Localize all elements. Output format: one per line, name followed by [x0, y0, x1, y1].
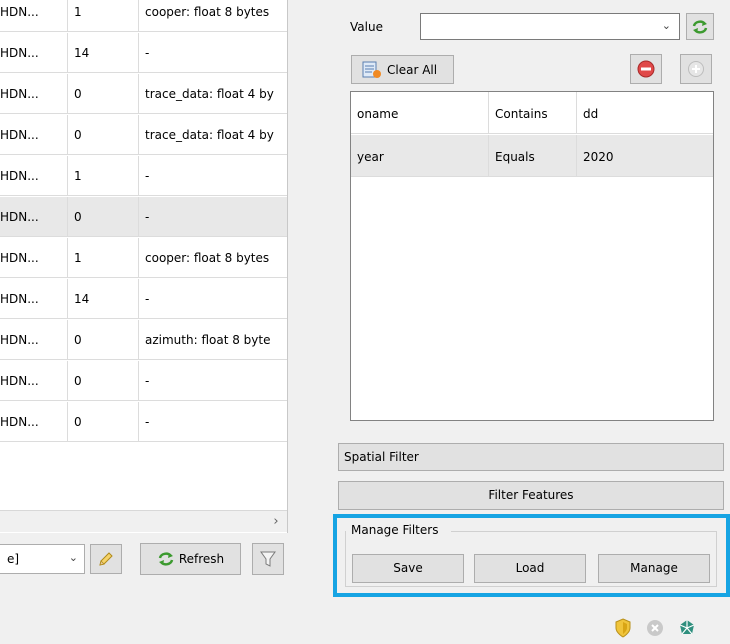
- clear-list-icon: [362, 61, 381, 78]
- table-cell: 0: [68, 361, 139, 401]
- table-cell: trace_data: float 4 by: [145, 87, 274, 101]
- layer-select[interactable]: e] ⌄: [0, 544, 85, 574]
- edit-button[interactable]: [90, 544, 122, 574]
- table-cell: HDN...: [0, 361, 68, 401]
- minus-circle-icon: [637, 60, 655, 78]
- value-select[interactable]: ⌄: [420, 13, 680, 40]
- filter-cell: Contains: [489, 92, 577, 134]
- table-cell: HDN...: [0, 320, 68, 360]
- filter-features-button[interactable]: Filter Features: [338, 481, 724, 510]
- filter-cell: oname: [351, 92, 489, 134]
- table-row[interactable]: HDN... 0-: [0, 402, 287, 442]
- clear-all-button[interactable]: Clear All: [351, 55, 454, 84]
- value-refresh-button[interactable]: [686, 13, 714, 40]
- table-row[interactable]: HDN... 0 trace_data: float 4 by: [0, 74, 287, 114]
- horizontal-scrollbar[interactable]: ›: [0, 510, 287, 532]
- shield-icon[interactable]: [612, 617, 634, 639]
- table-cell: -: [145, 210, 150, 224]
- table-cell: 1: [68, 0, 139, 32]
- remove-filter-button[interactable]: [630, 54, 662, 84]
- table-row[interactable]: HDN... 1-: [0, 156, 287, 196]
- table-cell: HDN...: [0, 0, 68, 32]
- refresh-icon: [692, 19, 708, 34]
- spatial-filter-button[interactable]: Spatial Filter: [338, 443, 724, 471]
- table-cell: trace_data: float 4 by: [145, 128, 274, 142]
- table-cell: 0: [68, 320, 139, 360]
- scroll-right-icon[interactable]: ›: [268, 512, 284, 532]
- load-button[interactable]: Load: [474, 554, 586, 583]
- table-cell: 0: [68, 402, 139, 442]
- table-cell: -: [145, 415, 150, 429]
- filter-toggle-button[interactable]: [252, 543, 284, 575]
- chevron-down-icon: ⌄: [68, 551, 78, 564]
- clear-all-label: Clear All: [387, 62, 438, 77]
- filter-cell: year: [351, 135, 489, 177]
- table-row[interactable]: HDN... 0-: [0, 197, 287, 237]
- table-cell: 0: [68, 115, 139, 155]
- attribute-table[interactable]: HDN... 1 cooper: float 8 bytes HDN... 14- HDN…: [0, 0, 288, 533]
- table-row[interactable]: HDN... 0-: [0, 361, 287, 401]
- table-row[interactable]: HDN... 0 azimuth: float 8 byte: [0, 320, 287, 360]
- refresh-label: Refresh: [178, 552, 225, 566]
- table-cell: azimuth: float 8 byte: [145, 333, 271, 347]
- filter-table[interactable]: oname Contains dd year Equals 2020: [350, 91, 714, 421]
- status-icons: [612, 616, 698, 640]
- table-cell: -: [145, 169, 150, 183]
- plus-circle-icon: [688, 61, 704, 77]
- filter-cell: 2020: [583, 150, 614, 164]
- table-cell: 14: [68, 279, 139, 319]
- table-cell: HDN...: [0, 156, 68, 196]
- table-cell: -: [145, 292, 150, 306]
- filter-row[interactable]: oname Contains dd: [351, 92, 713, 134]
- table-cell: HDN...: [0, 279, 68, 319]
- table-cell: -: [145, 46, 150, 60]
- filter-cell: dd: [583, 107, 599, 121]
- table-cell: HDN...: [0, 238, 68, 278]
- table-cell: 1: [68, 156, 139, 196]
- close-circle-icon[interactable]: [644, 617, 666, 639]
- table-cell: cooper: float 8 bytes: [145, 5, 270, 19]
- group-border: [451, 531, 717, 532]
- save-button[interactable]: Save: [352, 554, 464, 583]
- table-cell: 1: [68, 238, 139, 278]
- table-cell: 14: [68, 33, 139, 73]
- manage-button[interactable]: Manage: [598, 554, 710, 583]
- table-row[interactable]: HDN... 14-: [0, 33, 287, 73]
- table-cell: HDN...: [0, 402, 68, 442]
- chevron-down-icon: ⌄: [661, 19, 671, 32]
- globe-icon[interactable]: [676, 617, 698, 639]
- left-panel: HDN... 1 cooper: float 8 bytes HDN... 14- HDN…: [0, 0, 290, 644]
- table-row[interactable]: HDN... 14-: [0, 279, 287, 319]
- table-cell: -: [145, 374, 150, 388]
- table-row[interactable]: HDN... 1 cooper: float 8 bytes: [0, 0, 287, 32]
- table-cell: HDN...: [0, 115, 68, 155]
- filter-row[interactable]: year Equals 2020: [351, 135, 713, 177]
- manage-filters-title: Manage Filters: [349, 523, 441, 537]
- add-filter-button[interactable]: [680, 54, 712, 84]
- refresh-button[interactable]: Refresh: [140, 543, 241, 575]
- table-cell: HDN...: [0, 33, 68, 73]
- table-row[interactable]: HDN... 0 trace_data: float 4 by: [0, 115, 287, 155]
- funnel-icon: [260, 551, 276, 567]
- pencil-icon: [99, 552, 113, 566]
- value-label: Value: [350, 20, 383, 34]
- layer-select-value: e]: [7, 552, 20, 566]
- table-cell: 0: [68, 74, 139, 114]
- table-cell: 0: [68, 197, 139, 237]
- table-cell: HDN...: [0, 74, 68, 114]
- table-row[interactable]: HDN... 1 cooper: float 8 bytes: [0, 238, 287, 278]
- filter-cell: Equals: [489, 135, 577, 177]
- table-cell: cooper: float 8 bytes: [145, 251, 270, 265]
- refresh-icon: [158, 552, 174, 566]
- table-cell: HDN...: [0, 197, 68, 237]
